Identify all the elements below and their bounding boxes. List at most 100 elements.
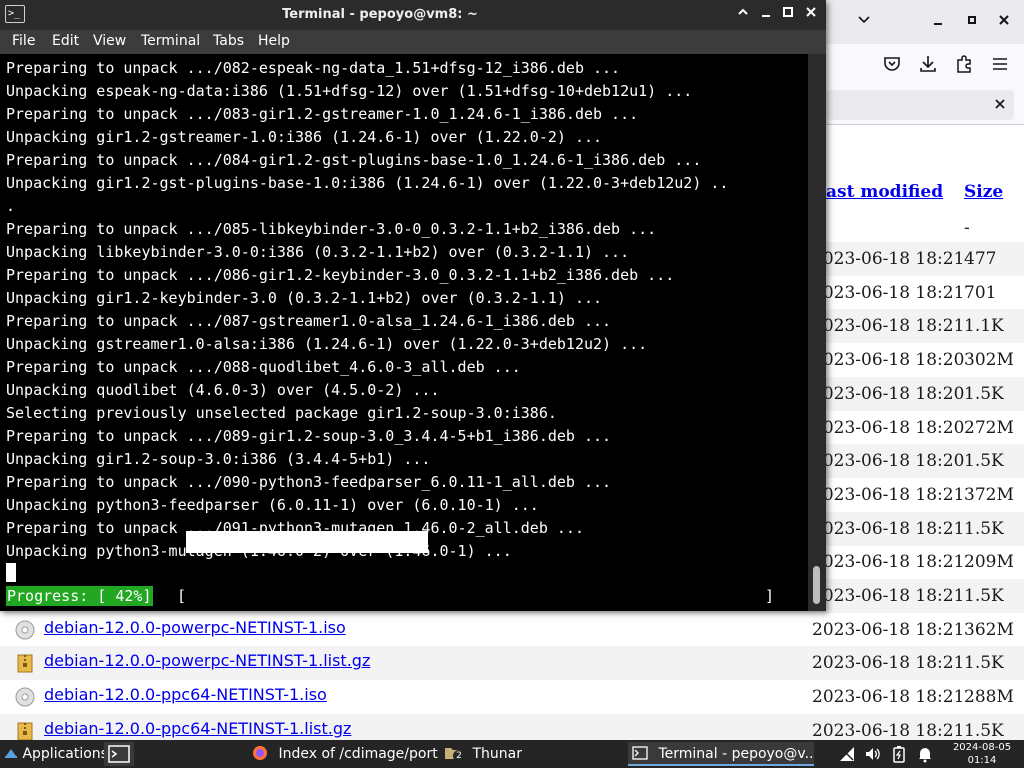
maximize-icon[interactable]: [777, 3, 799, 25]
show-desktop-button[interactable]: [104, 742, 134, 766]
terminal-icon: [632, 746, 648, 760]
menu-edit[interactable]: Edit: [52, 33, 79, 49]
terminal-scrollbar[interactable]: [808, 54, 826, 611]
menu-tabs[interactable]: Tabs: [213, 33, 244, 49]
table-row: debian-12.0.0-ppc64-NETINST-1.iso 2023-06…: [0, 680, 1024, 714]
terminal-line: Preparing to unpack .../084-gir1.2-gst-p…: [6, 151, 702, 169]
file-date: 2023-06-18 18:20: [812, 383, 965, 404]
clock-time: 01:14: [967, 755, 997, 766]
extensions-icon[interactable]: [953, 53, 975, 75]
file-date: 2023-06-18 18:21: [812, 687, 965, 708]
terminal-line: Unpacking gir1.2-gst-plugins-base-1.0:i3…: [6, 174, 729, 192]
file-date: 2023-06-18 18:21: [812, 484, 965, 505]
listing-header-last-modified[interactable]: ast modified: [826, 182, 943, 202]
chevron-down-icon[interactable]: [852, 9, 876, 33]
notification-bell-icon[interactable]: [916, 745, 934, 763]
file-size: 1.1K: [964, 316, 1004, 337]
minimize-icon[interactable]: [755, 3, 777, 25]
terminal-line: Preparing to unpack .../082-espeak-ng-da…: [6, 59, 621, 77]
volume-icon[interactable]: [864, 745, 882, 763]
archive-icon: [14, 720, 36, 742]
applications-icon: [5, 749, 17, 758]
taskbar: Applications Index of /cdimage/port... T…: [0, 740, 1024, 768]
clock[interactable]: 2024-08-05 01:14: [944, 741, 1020, 767]
file-size: 477: [964, 249, 997, 269]
file-size: 1.5K: [964, 586, 1004, 606]
file-size: 1.5K: [964, 451, 1004, 472]
terminal-line: Unpacking gir1.2-soup-3.0:i386 (3.4.4-5+…: [6, 450, 431, 468]
file-link[interactable]: debian-12.0.0-ppc64-NETINST-1.iso: [44, 685, 327, 704]
menu-terminal[interactable]: Terminal: [141, 33, 200, 49]
network-icon[interactable]: [838, 745, 856, 763]
terminal-titlebar[interactable]: >_ Terminal - pepoyo@vm8: ~: [0, 0, 826, 30]
disc-icon: [14, 619, 36, 641]
terminal-line: Selecting previously unselected package …: [6, 404, 557, 422]
scrollbar-thumb[interactable]: [813, 566, 820, 604]
file-size: 1.5K: [964, 720, 1004, 741]
workspace-badge: 2: [453, 750, 465, 762]
terminal-icon: [108, 745, 130, 763]
close-notification-icon[interactable]: [988, 93, 1012, 117]
applications-menu[interactable]: Applications: [4, 740, 108, 768]
terminal-line: .: [6, 197, 16, 215]
file-date: 2023-06-18 18:20: [812, 417, 965, 438]
file-link[interactable]: debian-12.0.0-powerpc-NETINST-1.list.gz: [44, 651, 370, 670]
file-size: 362M: [964, 619, 1014, 640]
terminal-line: Preparing to unpack .../088-quodlibet_4.…: [6, 358, 521, 376]
file-size: 1.5K: [964, 653, 1004, 674]
file-date: 2023-06-18 18:21: [812, 282, 965, 303]
archive-icon: [14, 652, 36, 674]
file-date: 2023-06-18 18:20: [812, 451, 965, 472]
terminal-line: Unpacking gstreamer1.0-alsa:i386 (1.24.6…: [6, 335, 648, 353]
file-date: 2023-06-18 18:21: [812, 249, 965, 269]
file-date: 2023-06-18 18:21: [812, 316, 965, 337]
progress-bracket-open: [: [177, 587, 187, 605]
notification-bar-content: [826, 90, 1014, 120]
disc-icon: [14, 686, 36, 708]
taskbar-terminal-window[interactable]: Terminal - pepoyo@v...: [628, 742, 814, 766]
terminal-line: Unpacking libkeybinder-3.0-0:i386 (0.3.2…: [6, 243, 630, 261]
maximize-icon[interactable]: [960, 9, 984, 33]
file-date: 2023-06-18 18:21: [812, 586, 965, 606]
terminal-line: Preparing to unpack .../083-gir1.2-gstre…: [6, 105, 639, 123]
applications-label: Applications: [22, 746, 108, 762]
file-size: 701: [964, 282, 997, 303]
taskbar-firefox-label: Index of /cdimage/port...: [278, 746, 438, 762]
terminal-line: Unpacking python3-feedparser (6.0.11-1) …: [6, 496, 539, 514]
shade-icon[interactable]: [732, 3, 754, 25]
file-date: 2023-06-18 18:21: [812, 518, 965, 539]
hamburger-menu-icon[interactable]: [989, 53, 1011, 75]
terminal-menubar: File Edit View Terminal Tabs Help: [0, 30, 826, 54]
terminal-line: Preparing to unpack .../087-gstreamer1.0…: [6, 312, 612, 330]
file-link[interactable]: debian-12.0.0-powerpc-NETINST-1.iso: [44, 618, 346, 637]
terminal-line: Preparing to unpack .../090-python3-feed…: [6, 473, 612, 491]
close-icon[interactable]: [800, 3, 822, 25]
table-row: debian-12.0.0-powerpc-NETINST-1.list.gz 2…: [0, 646, 1024, 681]
file-size: 1.5K: [964, 518, 1004, 539]
close-icon[interactable]: [992, 9, 1016, 33]
menu-file[interactable]: File: [12, 33, 35, 49]
file-size: 272M: [964, 417, 1014, 438]
file-size: 209M: [964, 552, 1014, 573]
minimize-icon[interactable]: [926, 9, 950, 33]
file-date: 2023-06-18 18:21: [812, 720, 965, 741]
menu-view[interactable]: View: [93, 33, 126, 49]
file-date: 2023-06-18 18:21: [812, 653, 965, 674]
listing-header-size[interactable]: Size: [964, 182, 1003, 202]
menu-help[interactable]: Help: [258, 33, 290, 49]
file-size: 288M: [964, 687, 1014, 708]
pocket-icon[interactable]: [881, 53, 903, 75]
progress-label: Progress: [ 42%]: [6, 586, 153, 606]
download-icon[interactable]: [917, 53, 939, 75]
progress-bar-fill: [186, 531, 428, 553]
terminal-line: Unpacking gir1.2-keybinder-3.0 (0.3.2-1.…: [6, 289, 603, 307]
taskbar-firefox-window[interactable]: Index of /cdimage/port...: [248, 742, 438, 766]
battery-icon[interactable]: [890, 745, 908, 763]
file-link[interactable]: debian-12.0.0-ppc64-NETINST-1.list.gz: [44, 719, 351, 738]
terminal-line: Unpacking espeak-ng-data:i386 (1.51+dfsg…: [6, 82, 693, 100]
terminal-output[interactable]: Preparing to unpack .../082-espeak-ng-da…: [0, 54, 808, 611]
terminal-title: Terminal - pepoyo@vm8: ~: [282, 7, 478, 22]
file-size: 302M: [964, 350, 1014, 371]
terminal-line: Preparing to unpack .../089-gir1.2-soup-…: [6, 427, 612, 445]
taskbar-thunar-window[interactable]: Thunar 2: [440, 742, 626, 766]
